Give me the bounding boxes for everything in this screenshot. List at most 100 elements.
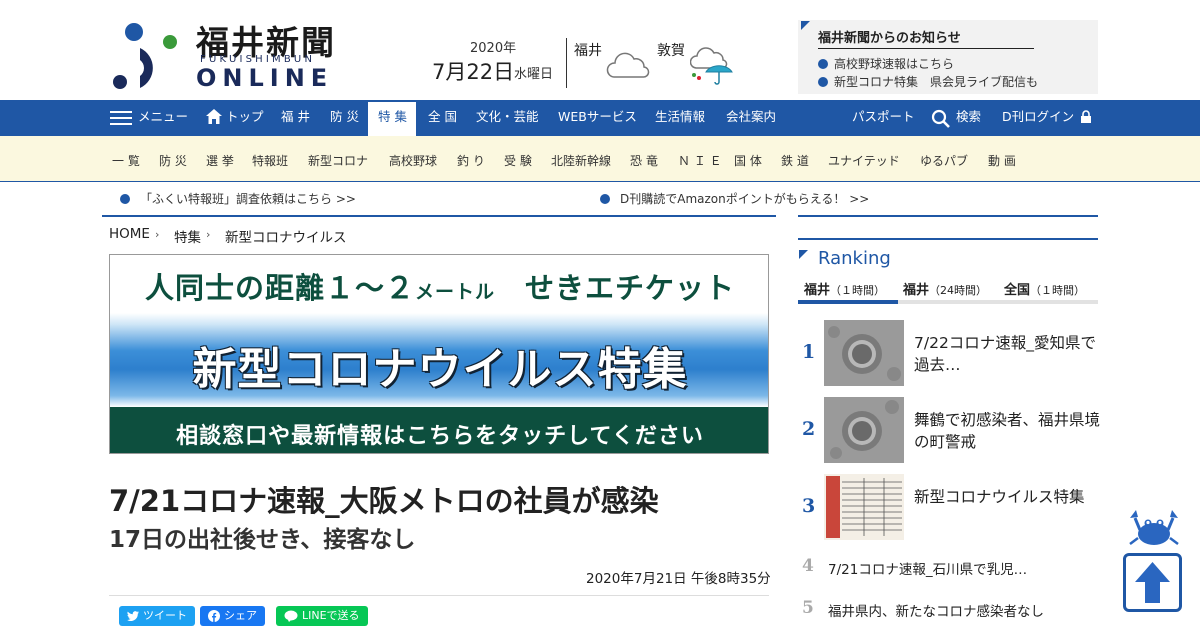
breadcrumb-current: 新型コロナウイルス: [225, 230, 347, 246]
nav-item-fukui[interactable]: 福 井: [281, 100, 310, 136]
notice-title: 福井新聞からのお知らせ: [818, 27, 1034, 49]
cloud-rain-umbrella-icon: [690, 47, 733, 85]
search-icon[interactable]: [931, 109, 951, 129]
date-year: 2020年: [470, 41, 517, 56]
nav-item-bousai[interactable]: 防 災: [330, 100, 359, 136]
nav-item-zenkoku[interactable]: 全 国: [428, 100, 457, 136]
article-published-date: 2020年7月21日 午後8時35分: [586, 571, 771, 587]
table-thumbnail-image[interactable]: [824, 474, 904, 540]
bullet-icon: [818, 58, 828, 69]
ranking-item-title[interactable]: 舞鶴で初感染者、福井県境の町警戒: [914, 409, 1100, 453]
breadcrumb-tokushu[interactable]: 特集: [174, 226, 201, 246]
line-label: LINEで送る: [302, 609, 360, 622]
nav-item-seikatsu[interactable]: 生活情報: [655, 100, 705, 136]
nav-passport[interactable]: パスポート: [852, 100, 915, 136]
notice-link[interactable]: 新型コロナ特集 県会見ライブ配信も: [834, 73, 1038, 90]
virus-thumbnail-image[interactable]: [824, 397, 904, 463]
nav-menu-label[interactable]: メニュー: [138, 100, 188, 136]
bullet-icon: [120, 193, 130, 204]
ranking-number: 1: [802, 341, 816, 363]
article-divider: [109, 595, 769, 596]
ranking-tab-fukui-24h[interactable]: 福井（24時間）: [903, 279, 987, 298]
ranking-rule: [798, 238, 1098, 240]
ranking-number: 5: [802, 598, 814, 618]
subnav-item[interactable]: 動 画: [988, 152, 1016, 169]
lock-icon: [1081, 110, 1091, 123]
nav-search[interactable]: 検索: [956, 100, 981, 136]
subnav-item[interactable]: 釣 り: [457, 152, 485, 169]
nav-login[interactable]: D刊ログイン: [1002, 100, 1074, 136]
ticker-item[interactable]: D刊購読でAmazonポイントがもらえる！ >>: [600, 190, 869, 207]
ranking-tab-indicator: [798, 300, 898, 304]
ranking-corner-mark: [799, 250, 808, 259]
notice-link[interactable]: 高校野球速報はこちら: [834, 55, 954, 72]
ranking-number: 4: [802, 556, 814, 576]
notice-item[interactable]: 新型コロナ特集 県会見ライブ配信も: [818, 73, 1038, 90]
chevron-right-icon: ›: [155, 228, 160, 241]
weather-city-fukui[interactable]: 福井: [574, 40, 602, 60]
subnav-item[interactable]: 一 覧: [112, 152, 140, 169]
ranking-item-title[interactable]: 新型コロナウイルス特集: [914, 486, 1100, 508]
subnav-item[interactable]: ユナイテッド: [828, 152, 900, 169]
tweet-button[interactable]: ツイート: [119, 606, 195, 626]
ticker-item[interactable]: 「ふくい特報班」調査依頼はこちら >>: [120, 190, 356, 207]
header-divider: [566, 38, 567, 88]
subnav-item[interactable]: 選 挙: [206, 152, 234, 169]
twitter-bird-icon: [127, 611, 139, 621]
logo-mark-icon[interactable]: [110, 18, 182, 90]
home-icon[interactable]: [205, 108, 223, 125]
ranking-item-title[interactable]: 7/22コロナ速報_愛知県で過去…: [914, 332, 1100, 376]
back-to-top-button[interactable]: [1123, 553, 1182, 612]
article-headline: 7/21コロナ速報_大阪メトロの社員が感染: [109, 484, 659, 518]
hamburger-menu-icon[interactable]: [110, 111, 132, 125]
line-icon: [284, 610, 298, 622]
ranking-title: Ranking: [818, 248, 891, 269]
chevron-right-icon: ›: [206, 228, 211, 241]
logo-wordmark-en[interactable]: ONLINE: [196, 64, 333, 92]
line-share-button[interactable]: LINEで送る: [276, 606, 368, 626]
tweet-label: ツイート: [143, 609, 187, 622]
nav-item-top[interactable]: トップ: [226, 100, 264, 136]
subnav-item[interactable]: 恐 竜: [630, 152, 658, 169]
facebook-icon: [208, 610, 220, 622]
subnav-item[interactable]: 受 験: [504, 152, 532, 169]
subnav-item[interactable]: ゆるパブ: [920, 152, 968, 169]
facebook-share-button[interactable]: シェア: [200, 606, 265, 626]
nav-item-culture[interactable]: 文化・芸能: [476, 100, 539, 136]
nav-item-company[interactable]: 会社案内: [726, 100, 776, 136]
ranking-number: 3: [802, 495, 816, 517]
subnav-item[interactable]: 北陸新幹線: [551, 152, 611, 169]
nav-item-tokushu[interactable]: 特 集: [378, 100, 407, 136]
date-day: 7月22日: [432, 60, 515, 84]
ticker-link[interactable]: 「ふくい特報班」調査依頼はこちら >>: [140, 190, 356, 207]
ranking-number: 2: [802, 418, 816, 440]
subnav-item[interactable]: 高校野球: [389, 152, 437, 169]
ticker-link[interactable]: D刊購読でAmazonポイントがもらえる！ >>: [620, 190, 869, 207]
subnav-item[interactable]: 鉄 道: [781, 152, 809, 169]
weather-city-tsuruga[interactable]: 敦賀: [657, 40, 685, 60]
ranking-item-title[interactable]: 福井県内、新たなコロナ感染者なし: [828, 600, 1044, 620]
ranking-item-title[interactable]: 7/21コロナ速報_石川県で乳児…: [828, 558, 1027, 578]
bullet-icon: [600, 193, 610, 204]
article-subhead: 17日の出社後せき、接客なし: [109, 527, 416, 553]
arrow-up-icon: [1135, 562, 1170, 603]
banner-top-text: 人同士の距離１～２メートル せきエチケット: [144, 271, 736, 305]
notice-item[interactable]: 高校野球速報はこちら: [818, 55, 954, 72]
date-weekday: 水曜日: [514, 67, 554, 82]
nav-item-web-service[interactable]: WEBサービス: [558, 100, 637, 136]
subnav-item[interactable]: Ｎ Ｉ Ｅ: [678, 152, 722, 169]
subnav-item[interactable]: 国 体: [734, 152, 762, 169]
bullet-icon: [818, 76, 828, 87]
subnav-item[interactable]: 新型コロナ: [308, 152, 368, 169]
subnav-item[interactable]: 特報班: [252, 152, 288, 169]
banner-cta: 相談窓口や最新情報はこちらをタッチしてください: [176, 424, 704, 449]
virus-thumbnail-image[interactable]: [824, 320, 904, 386]
cloud-icon: [606, 52, 650, 78]
ranking-tab-fukui-1h[interactable]: 福井（１時間）: [804, 279, 885, 298]
facebook-label: シェア: [224, 609, 257, 622]
ranking-tab-zenkoku-1h[interactable]: 全国（１時間）: [1004, 279, 1085, 298]
sidebar-top-rule: [798, 215, 1098, 217]
breadcrumb-home[interactable]: HOME: [109, 226, 150, 242]
subnav-item[interactable]: 防 災: [159, 152, 187, 169]
corona-feature-banner[interactable]: 人同士の距離１～２メートル せきエチケット 新型コロナウイルス特集 相談窓口や最…: [109, 254, 769, 454]
